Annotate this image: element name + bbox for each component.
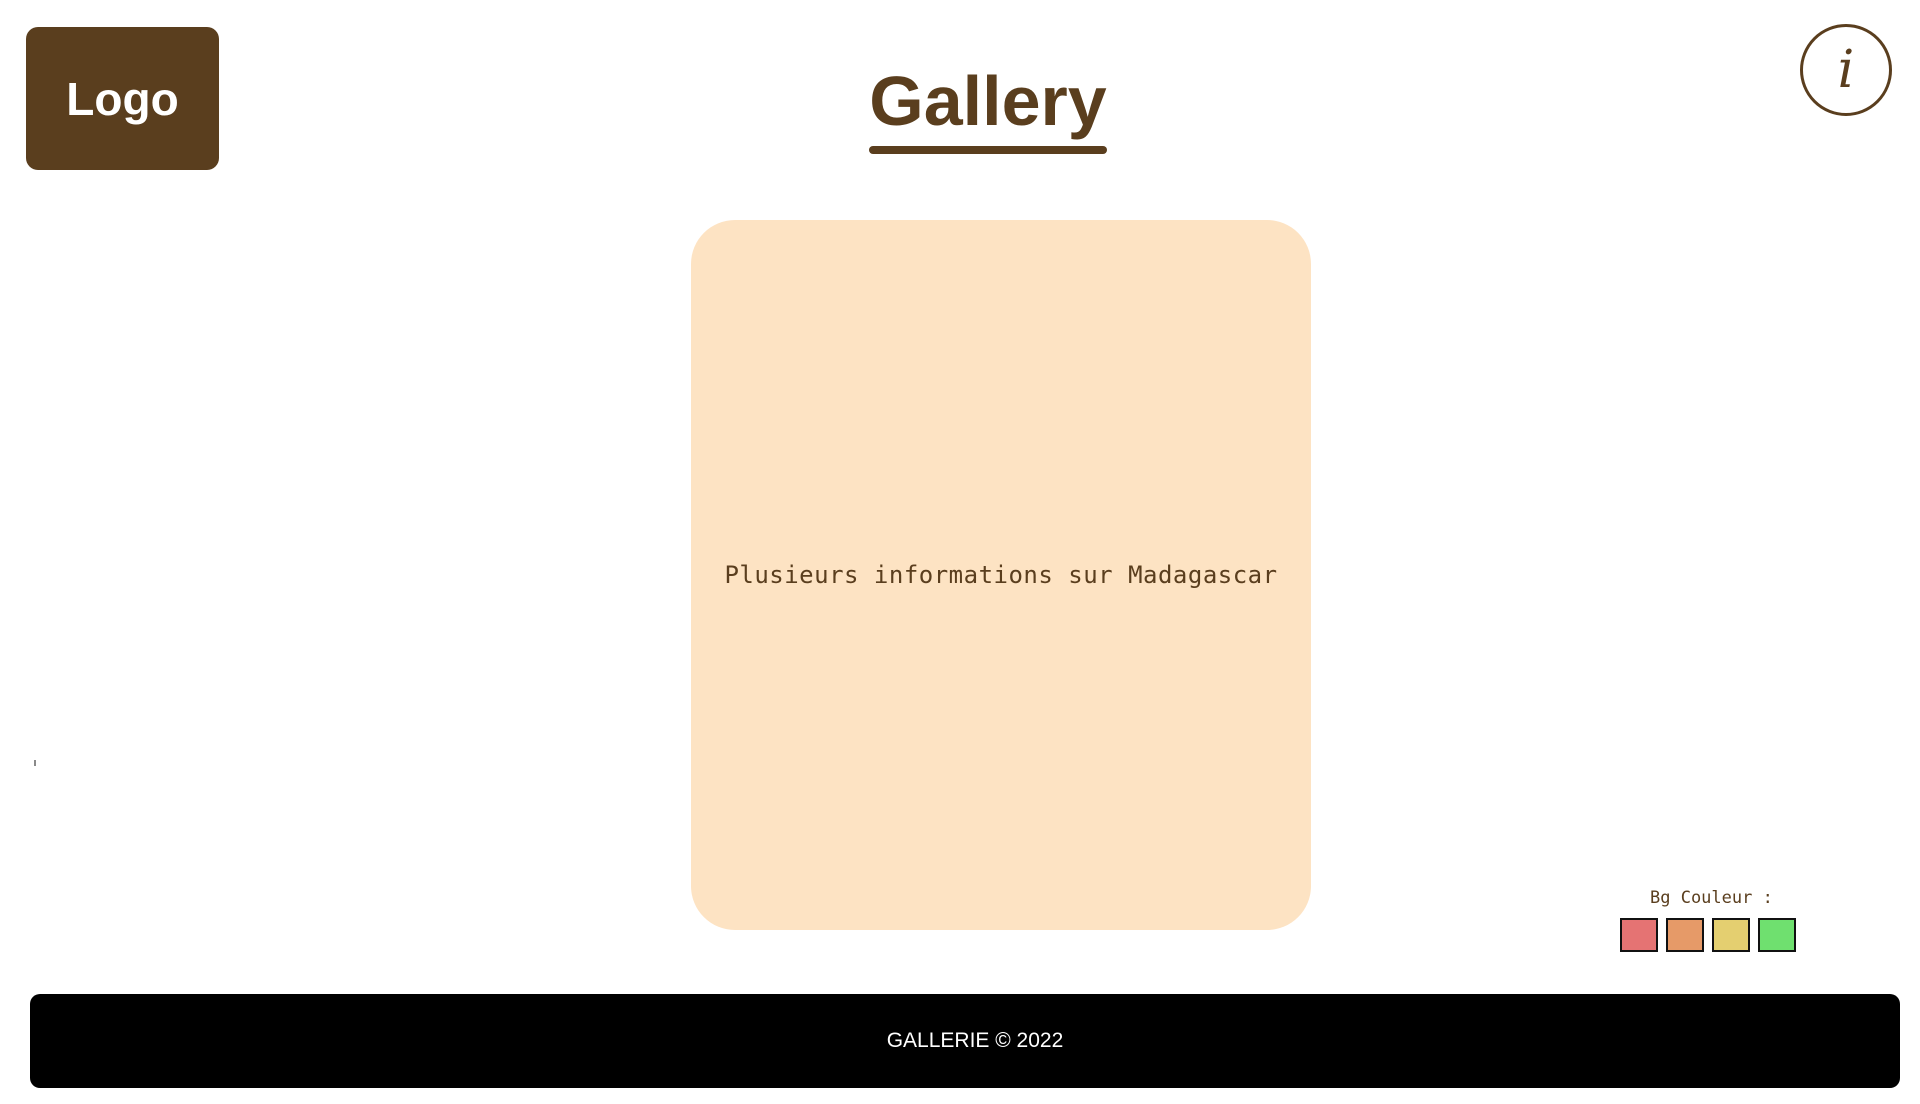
logo[interactable]: Logo <box>26 27 219 170</box>
swatch-yellow[interactable] <box>1712 918 1750 952</box>
info-card-text: Plusieurs informations sur Madagascar <box>724 561 1278 589</box>
footer-text: GALLERIE © 2022 <box>886 1029 1064 1052</box>
page-title: Gallery <box>869 62 1107 140</box>
stray-mark <box>34 760 36 766</box>
swatch-green[interactable] <box>1758 918 1796 952</box>
info-icon: i <box>1837 40 1855 100</box>
info-card: Plusieurs informations sur Madagascar <box>691 220 1311 930</box>
page: Logo Gallery i Plusieurs informations su… <box>0 0 1920 1104</box>
info-button[interactable]: i <box>1800 24 1892 116</box>
logo-label: Logo <box>66 72 179 125</box>
title-underline <box>869 146 1107 154</box>
swatch-red[interactable] <box>1620 918 1658 952</box>
page-title-block: Gallery <box>868 62 1108 154</box>
bg-color-label: Bg Couleur : <box>1650 888 1773 908</box>
bg-color-picker: Bg Couleur : <box>1612 888 1812 952</box>
swatch-orange[interactable] <box>1666 918 1704 952</box>
bg-color-swatches <box>1620 918 1812 952</box>
footer: GALLERIE © 2022 <box>30 994 1900 1088</box>
